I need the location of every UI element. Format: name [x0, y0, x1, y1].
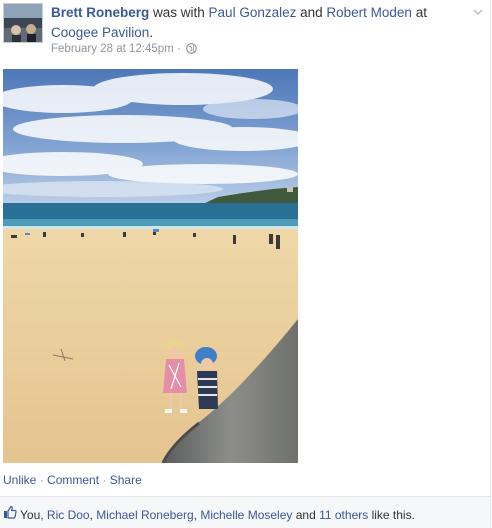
news-feed-post: Brett Roneberg was with Paul Gonzalez an…: [0, 0, 492, 528]
and-text: and: [296, 5, 327, 20]
globe-icon[interactable]: [186, 43, 197, 57]
post-options-chevron-icon[interactable]: [472, 6, 484, 18]
post-header: Brett Roneberg was with Paul Gonzalez an…: [51, 3, 471, 43]
meta-separator: ·: [173, 43, 184, 55]
liker-link[interactable]: Michelle Moseley: [200, 508, 292, 522]
author-name-link[interactable]: Brett Roneberg: [51, 5, 149, 20]
share-link[interactable]: Share: [110, 473, 142, 487]
comment-link[interactable]: Comment: [47, 473, 99, 487]
author-avatar[interactable]: [3, 3, 43, 43]
action-separator: ·: [99, 473, 110, 487]
location-link[interactable]: Coogee Pavilion: [51, 25, 149, 40]
at-text: at: [411, 5, 427, 20]
liker-link[interactable]: Ric Doo: [47, 508, 90, 522]
likes-you: You,: [20, 508, 47, 522]
right-divider: [490, 0, 491, 527]
likes-summary: You, Ric Doo, Michael Roneberg, Michelle…: [0, 496, 490, 528]
with-text: was with: [149, 5, 209, 20]
post-meta: February 28 at 12:45pm ·: [51, 43, 197, 57]
post-photo[interactable]: [3, 69, 298, 463]
likes-and: and: [292, 508, 320, 522]
post-actions: Unlike · Comment · Share: [3, 473, 142, 487]
likes-suffix: like this.: [368, 508, 415, 522]
unlike-link[interactable]: Unlike: [3, 473, 36, 487]
tagged-friend-link[interactable]: Robert Moden: [326, 5, 412, 20]
likes-text: You, Ric Doo, Michael Roneberg, Michelle…: [20, 508, 415, 522]
tagged-friend-link[interactable]: Paul Gonzalez: [209, 5, 297, 20]
others-link[interactable]: 11 others: [319, 508, 368, 522]
thumbs-up-icon: [3, 505, 17, 519]
period-text: .: [149, 25, 154, 40]
liker-link[interactable]: Michael Roneberg: [96, 508, 193, 522]
timestamp-link[interactable]: February 28 at 12:45pm: [51, 43, 174, 55]
action-separator: ·: [36, 473, 48, 487]
